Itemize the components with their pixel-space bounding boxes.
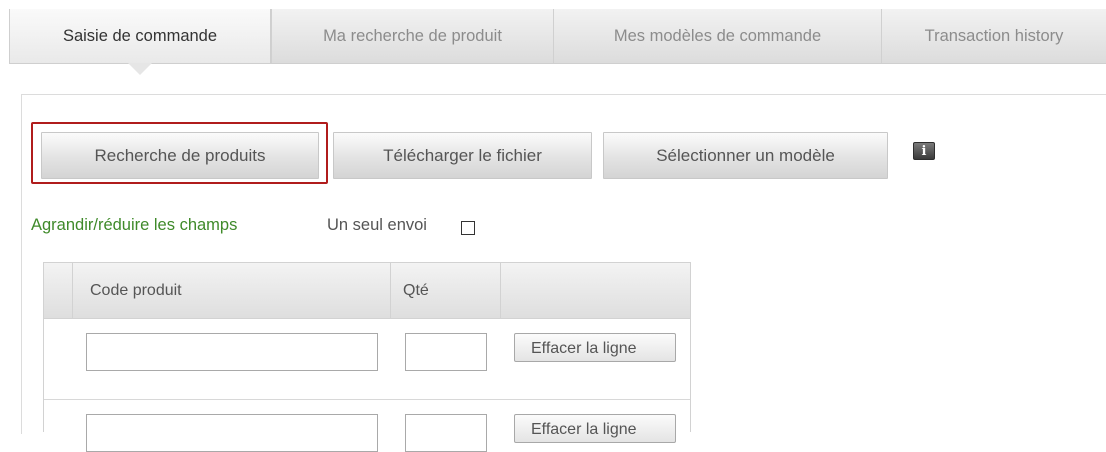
button-label: Recherche de produits — [94, 145, 266, 165]
grid-header: Code produit Qté — [44, 263, 690, 319]
column-header-quantity: Qté — [403, 282, 429, 299]
upload-file-button[interactable]: Télécharger le fichier — [333, 132, 592, 179]
tab-label: Ma recherche de produit — [323, 26, 502, 45]
toggle-fields-link[interactable]: Agrandir/réduire les champs — [31, 216, 237, 235]
column-divider — [500, 263, 501, 319]
order-grid: Code produit Qté Effacer la ligne Efface… — [43, 262, 691, 452]
tab-order-entry[interactable]: Saisie de commande — [9, 9, 271, 75]
quantity-input[interactable] — [405, 414, 487, 452]
single-shipment-checkbox[interactable] — [461, 221, 475, 235]
quantity-input[interactable] — [405, 333, 487, 371]
tab-order-templates[interactable]: Mes modèles de commande — [553, 9, 881, 63]
single-shipment-label: Un seul envoi — [327, 216, 427, 234]
tab-transaction-history[interactable]: Transaction history — [881, 9, 1106, 63]
tab-bar: Saisie de commande Ma recherche de produ… — [9, 9, 1106, 75]
tab-label: Transaction history — [924, 26, 1064, 45]
clear-row-button[interactable]: Effacer la ligne — [514, 414, 676, 443]
button-label: Effacer la ligne — [531, 421, 637, 438]
column-divider — [390, 263, 391, 319]
tab-label: Mes modèles de commande — [613, 26, 822, 45]
product-code-input[interactable] — [86, 414, 378, 452]
column-header-product-code: Code produit — [90, 282, 182, 299]
product-code-input[interactable] — [86, 333, 378, 371]
button-label: Effacer la ligne — [531, 340, 637, 357]
info-icon[interactable]: i — [913, 142, 935, 160]
row-divider — [44, 399, 690, 400]
tab-label: Saisie de commande — [62, 26, 218, 45]
button-label: Télécharger le fichier — [383, 145, 542, 165]
select-template-button[interactable]: Sélectionner un modèle — [603, 132, 888, 179]
clear-row-button[interactable]: Effacer la ligne — [514, 333, 676, 362]
column-divider — [72, 263, 73, 319]
button-label: Sélectionner un modèle — [656, 145, 835, 165]
search-products-button[interactable]: Recherche de produits — [41, 132, 319, 179]
tab-product-search[interactable]: Ma recherche de produit — [271, 9, 553, 63]
